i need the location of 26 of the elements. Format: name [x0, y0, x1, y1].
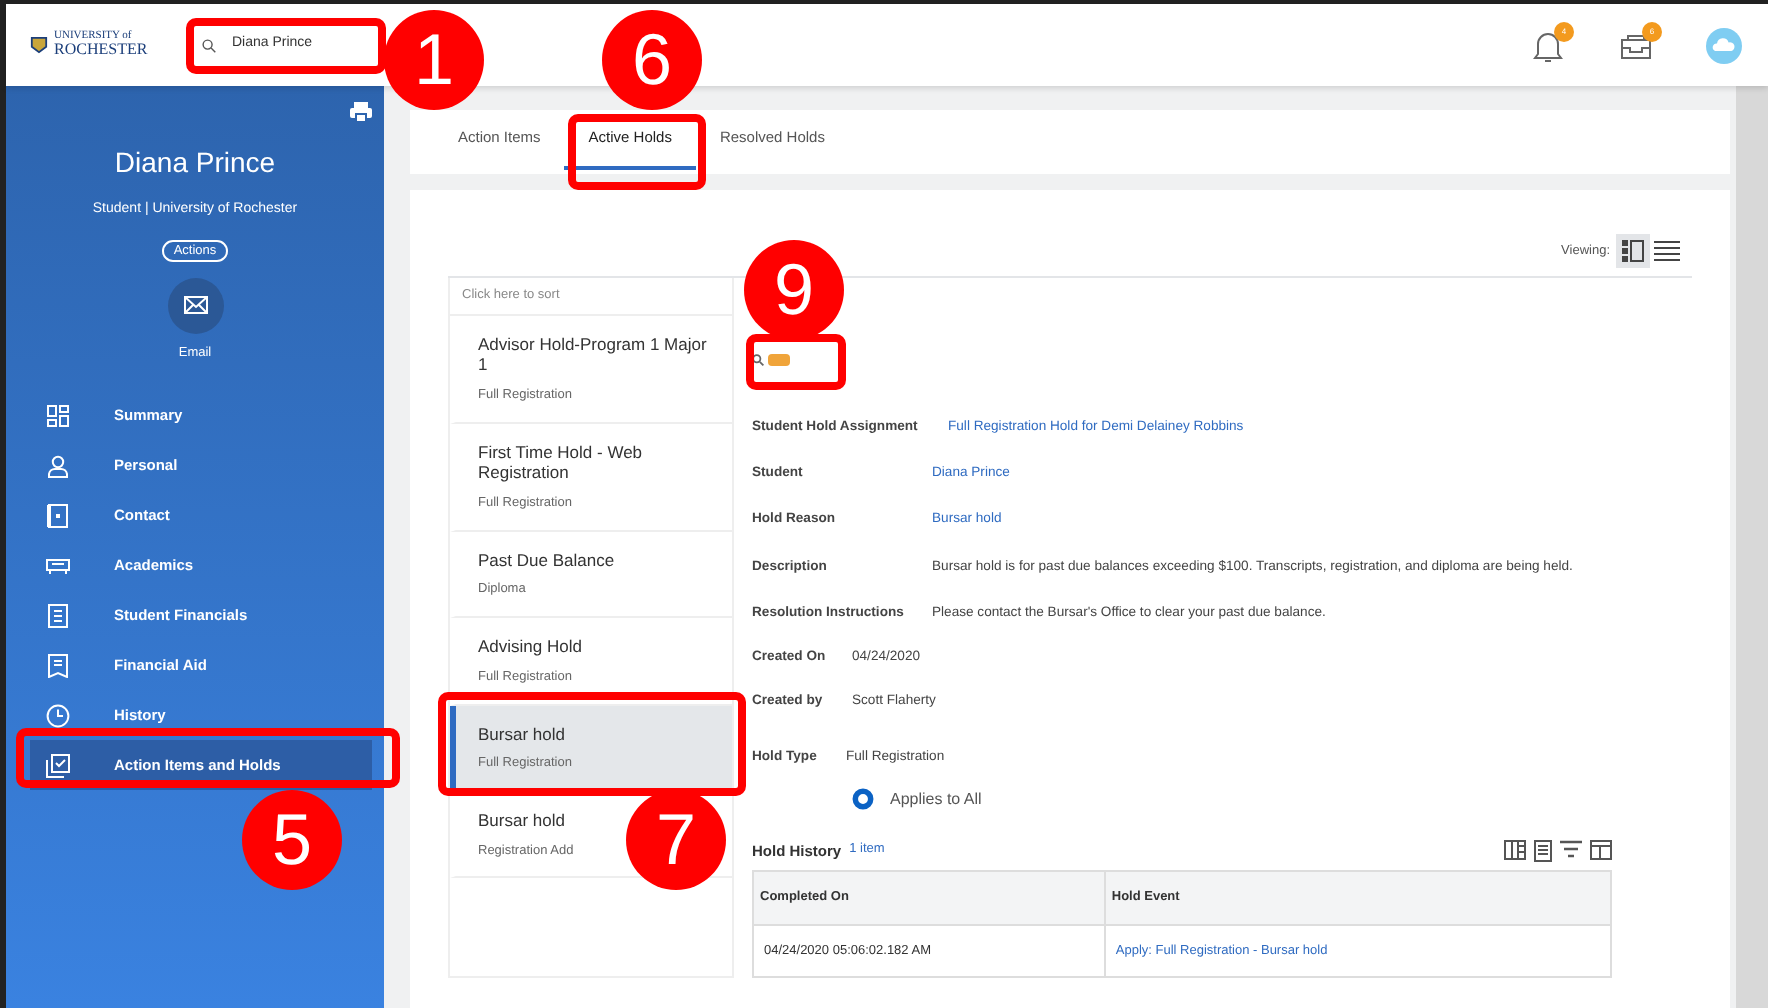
bell-icon[interactable]	[1530, 27, 1566, 63]
person-icon	[46, 453, 70, 478]
scrollbar[interactable]	[1736, 86, 1768, 1008]
search-icon	[202, 35, 216, 55]
logo-text: ROCHESTER	[54, 42, 148, 59]
contact-card-icon	[46, 503, 70, 528]
radio-label: Applies to All	[890, 787, 982, 811]
clock-icon	[46, 703, 70, 728]
filter-icon[interactable]	[1560, 839, 1582, 858]
columns-icon[interactable]	[1504, 839, 1526, 860]
bookmark-icon	[46, 653, 70, 678]
print-icon[interactable]	[350, 102, 372, 122]
callout-frame	[568, 114, 706, 190]
radio-button[interactable]	[852, 788, 874, 810]
profile-name: Diana Prince	[114, 144, 276, 182]
tray-icon	[46, 553, 70, 578]
grid-icon	[46, 403, 70, 428]
checklist-icon	[46, 753, 70, 778]
layout-icon[interactable]	[1590, 839, 1612, 860]
crest-icon	[30, 36, 48, 54]
grid-icon[interactable]	[1534, 839, 1552, 862]
document-icon	[46, 603, 70, 628]
view-toggle[interactable]	[1616, 234, 1650, 268]
envelope-icon	[183, 296, 207, 314]
email-button[interactable]	[167, 277, 223, 333]
search-icon[interactable]	[752, 354, 764, 366]
